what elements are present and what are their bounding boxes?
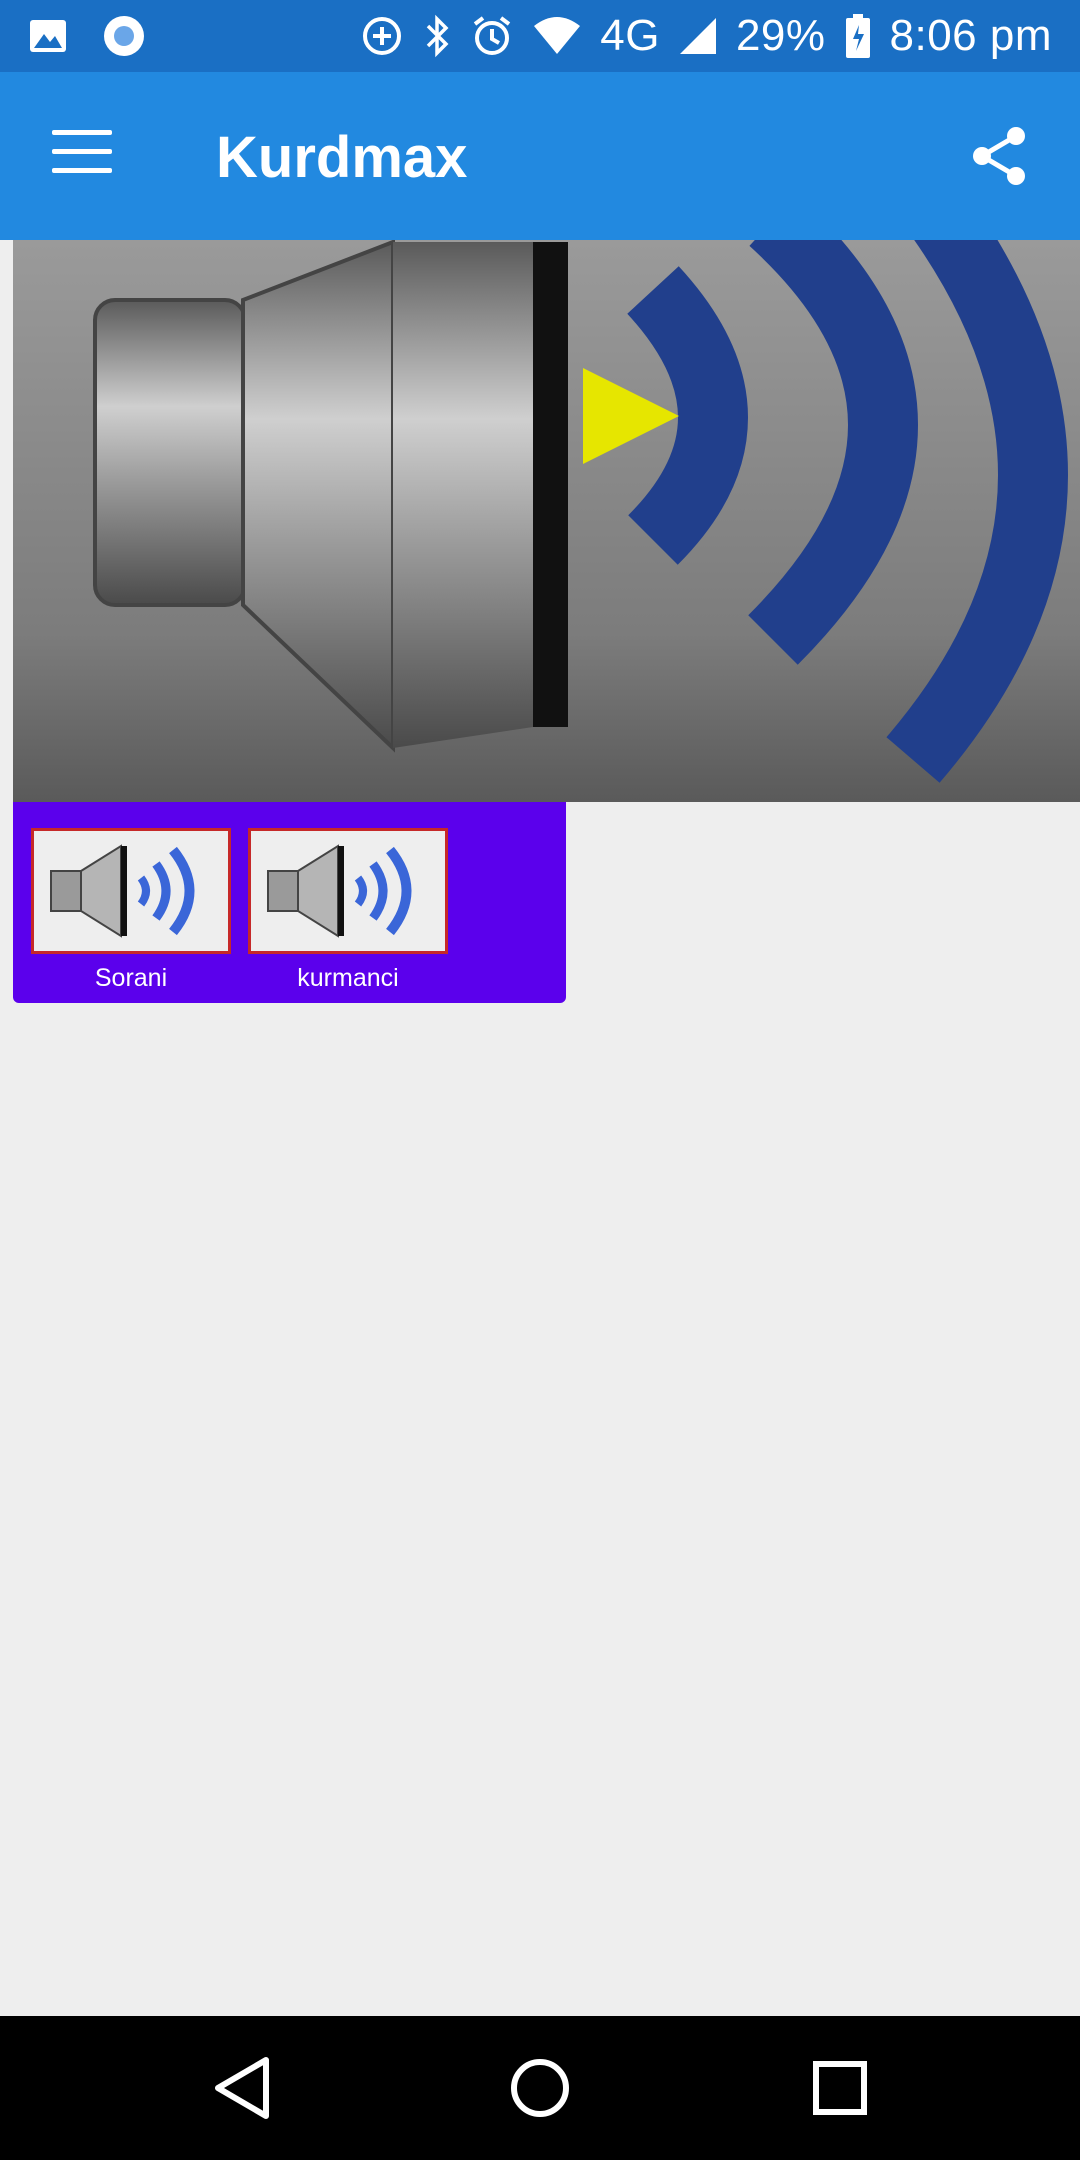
speaker-icon	[93, 240, 1068, 783]
alarm-icon	[474, 16, 511, 55]
station-thumbnail	[248, 828, 448, 954]
wifi-icon	[534, 17, 581, 54]
clock: 8:06 pm	[889, 11, 1052, 60]
circle-icon	[104, 16, 144, 56]
app-title: Kurdmax	[216, 125, 468, 190]
status-bar: 4G 29% 8:06 pm	[0, 0, 1080, 72]
share-icon[interactable]	[968, 124, 1032, 188]
battery-icon	[845, 14, 870, 58]
station-panel: Sorani kurmanci	[13, 802, 566, 1003]
speaker-icon	[267, 844, 412, 938]
station-label: Sorani	[94, 964, 168, 992]
image-icon	[30, 20, 66, 52]
hamburger-menu-icon[interactable]	[52, 130, 112, 180]
back-icon[interactable]	[206, 2052, 278, 2124]
speaker-icon	[50, 844, 195, 938]
bluetooth-icon	[426, 14, 449, 58]
app-bar: Kurdmax	[0, 72, 1080, 240]
battery-percent: 29%	[735, 11, 826, 60]
hero-speaker-banner[interactable]	[13, 240, 1080, 802]
play-icon[interactable]	[581, 366, 681, 466]
navigation-bar	[0, 2016, 1080, 2160]
station-label: kurmanci	[297, 964, 399, 992]
station-sorani[interactable]: Sorani	[31, 828, 231, 993]
station-kurmanci[interactable]: kurmanci	[248, 828, 448, 993]
signal-icon	[679, 18, 716, 54]
network-type: 4G	[600, 11, 660, 60]
recents-icon[interactable]	[804, 2052, 876, 2124]
home-icon[interactable]	[504, 2052, 576, 2124]
data-saver-icon	[363, 17, 402, 55]
station-thumbnail	[31, 828, 231, 954]
